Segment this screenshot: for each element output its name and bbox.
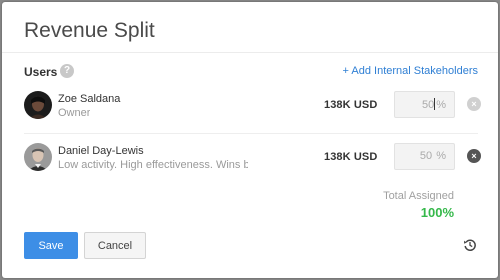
user-role: Owner	[58, 107, 91, 119]
cancel-button[interactable]: Cancel	[84, 232, 146, 259]
user-row-zoe-saldana: Zoe Saldana Owner 138K USD 50% ×	[24, 91, 481, 131]
percent-unit: %	[436, 150, 446, 162]
add-internal-stakeholders-link[interactable]: + Add Internal Stakeholders	[343, 65, 478, 77]
percent-input[interactable]: 50 %	[394, 143, 455, 170]
percent-value: 50	[419, 150, 433, 162]
user-amount: 138K USD	[324, 99, 378, 111]
title-divider	[2, 52, 498, 53]
user-name: Zoe Saldana	[58, 93, 121, 105]
dialog-title: Revenue Split	[24, 19, 155, 42]
close-icon[interactable]: ×	[467, 149, 481, 163]
users-heading: Users	[24, 65, 58, 79]
save-button[interactable]: Save	[24, 232, 78, 259]
history-icon[interactable]	[463, 238, 477, 252]
user-amount: 138K USD	[324, 151, 378, 163]
user-row-daniel-day-lewis: Daniel Day-Lewis Low activity. High effe…	[24, 143, 481, 183]
percent-input[interactable]: 50%	[394, 91, 455, 118]
close-icon[interactable]: ×	[467, 97, 481, 111]
row-divider	[24, 133, 478, 134]
percent-unit: %	[436, 99, 446, 111]
avatar	[24, 143, 52, 171]
revenue-split-dialog: Revenue Split Users ? + Add Internal Sta…	[2, 2, 498, 278]
total-assigned-value: 100%	[420, 205, 454, 220]
user-description: Low activity. High effectiveness. Wins b…	[58, 159, 248, 171]
user-name: Daniel Day-Lewis	[58, 145, 144, 157]
total-assigned-label: Total Assigned	[383, 190, 454, 202]
help-icon[interactable]: ?	[60, 64, 74, 78]
avatar	[24, 91, 52, 119]
percent-value: 50	[421, 99, 435, 111]
